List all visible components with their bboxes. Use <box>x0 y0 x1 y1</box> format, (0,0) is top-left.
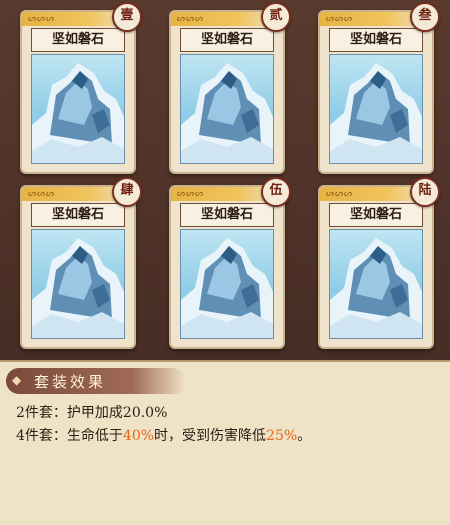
equipment-card-5[interactable]: ᔕᔕᔕ 坚如磐石 伍 <box>169 177 291 349</box>
bonus-4piece-reduction: 25% <box>266 428 298 444</box>
set-bonus-line-4piece: 4件套：生命低于40%时，受到伤害降低25%。 <box>16 425 311 445</box>
card-index-badge: 壹 <box>112 2 142 32</box>
card-name: 坚如磐石 <box>329 28 423 52</box>
card-name: 坚如磐石 <box>31 203 125 227</box>
set-bonus-panel: ◆ 套装效果 2件套：护甲加成20.0% 4件套：生命低于40%时，受到伤害降低… <box>0 360 450 525</box>
ice-rock-art <box>180 229 274 339</box>
bonus-2piece-label: 2件套： <box>16 405 67 421</box>
equipment-card-1[interactable]: ᔕᔕᔕ 坚如磐石 壹 <box>20 2 142 174</box>
ice-rock-art <box>329 229 423 339</box>
bonus-4piece-post: 。 <box>297 428 312 444</box>
bonus-4piece-pre: 生命低于 <box>66 428 123 444</box>
card-name: 坚如磐石 <box>180 203 274 227</box>
bonus-4piece-label: 4件套： <box>16 428 67 444</box>
equipment-card-2[interactable]: ᔕᔕᔕ 坚如磐石 贰 <box>169 2 291 174</box>
card-index-badge: 叁 <box>410 2 440 32</box>
ice-rock-art <box>31 54 125 164</box>
card-index-badge: 肆 <box>112 177 142 207</box>
bonus-4piece-threshold: 40% <box>122 428 155 444</box>
equipment-panel: ᔕᔕᔕ 坚如磐石 壹 ᔕᔕᔕ 坚如磐石 贰 ᔕᔕᔕ 坚如磐石 叁 ᔕᔕᔕ 坚如磐… <box>0 0 450 525</box>
ice-rock-art <box>31 229 125 339</box>
card-index-badge: 陆 <box>410 177 440 207</box>
set-bonus-line-2piece: 2件套：护甲加成20.0% <box>16 402 167 422</box>
card-index-badge: 贰 <box>261 2 291 32</box>
equipment-card-4[interactable]: ᔕᔕᔕ 坚如磐石 肆 <box>20 177 142 349</box>
header-ornament-icon: ◆ <box>12 373 22 387</box>
bonus-4piece-mid: 时，受到伤害降低 <box>154 428 267 444</box>
card-index-badge: 伍 <box>261 177 291 207</box>
ice-rock-art <box>329 54 423 164</box>
equipment-card-6[interactable]: ᔕᔕᔕ 坚如磐石 陆 <box>318 177 440 349</box>
card-name: 坚如磐石 <box>180 28 274 52</box>
set-bonus-header: ◆ 套装效果 <box>6 368 186 394</box>
set-bonus-title: 套装效果 <box>34 373 107 391</box>
card-name: 坚如磐石 <box>31 28 125 52</box>
bonus-2piece-text: 护甲加成20.0% <box>66 405 168 421</box>
equipment-card-3[interactable]: ᔕᔕᔕ 坚如磐石 叁 <box>318 2 440 174</box>
card-name: 坚如磐石 <box>329 203 423 227</box>
ice-rock-art <box>180 54 274 164</box>
